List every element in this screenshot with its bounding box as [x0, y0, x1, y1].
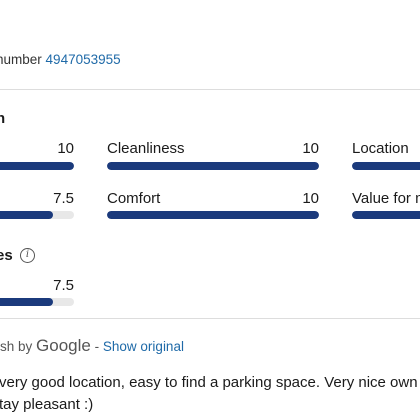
rating-bar-location — [352, 162, 420, 170]
subsection-score: 7.5 — [53, 277, 74, 294]
divider-middle — [0, 318, 420, 319]
subsection-bar — [0, 298, 74, 306]
info-icon[interactable]: i — [20, 248, 35, 263]
rating-label-location: Location — [352, 140, 409, 157]
rating-bar-4 — [0, 211, 74, 219]
rating-bar-comfort — [107, 211, 319, 219]
google-logo-text: Google — [36, 336, 91, 355]
rating-score-4: 7.5 — [53, 190, 74, 207]
rating-score-1: 10 — [57, 140, 74, 157]
booking-number-label: number — [0, 52, 42, 67]
review-text-line-1: very good location, easy to find a parki… — [0, 374, 418, 391]
rating-bar-cleanliness — [107, 162, 319, 170]
ratings-section-title: n — [0, 110, 6, 127]
rating-label-value: Value for m — [352, 190, 420, 207]
booking-number-link[interactable]: 4947053955 — [46, 52, 121, 67]
rating-bar-value — [352, 211, 420, 219]
rating-label-cleanliness: Cleanliness — [107, 140, 185, 157]
rating-score-comfort: 10 — [302, 190, 319, 207]
review-text-line-2: tay pleasant :) — [0, 396, 94, 413]
translation-line: ish by Google - Show original — [0, 336, 184, 356]
show-original-link[interactable]: Show original — [103, 339, 184, 354]
translation-prefix: ish by — [0, 339, 33, 354]
translation-separator: - — [94, 339, 100, 354]
booking-number-line: number 4947053955 — [0, 52, 121, 67]
rating-label-comfort: Comfort — [107, 190, 161, 207]
subsection-title: es — [0, 247, 13, 264]
divider-top — [0, 89, 420, 90]
rating-bar-1 — [0, 162, 74, 170]
rating-score-cleanliness: 10 — [302, 140, 319, 157]
